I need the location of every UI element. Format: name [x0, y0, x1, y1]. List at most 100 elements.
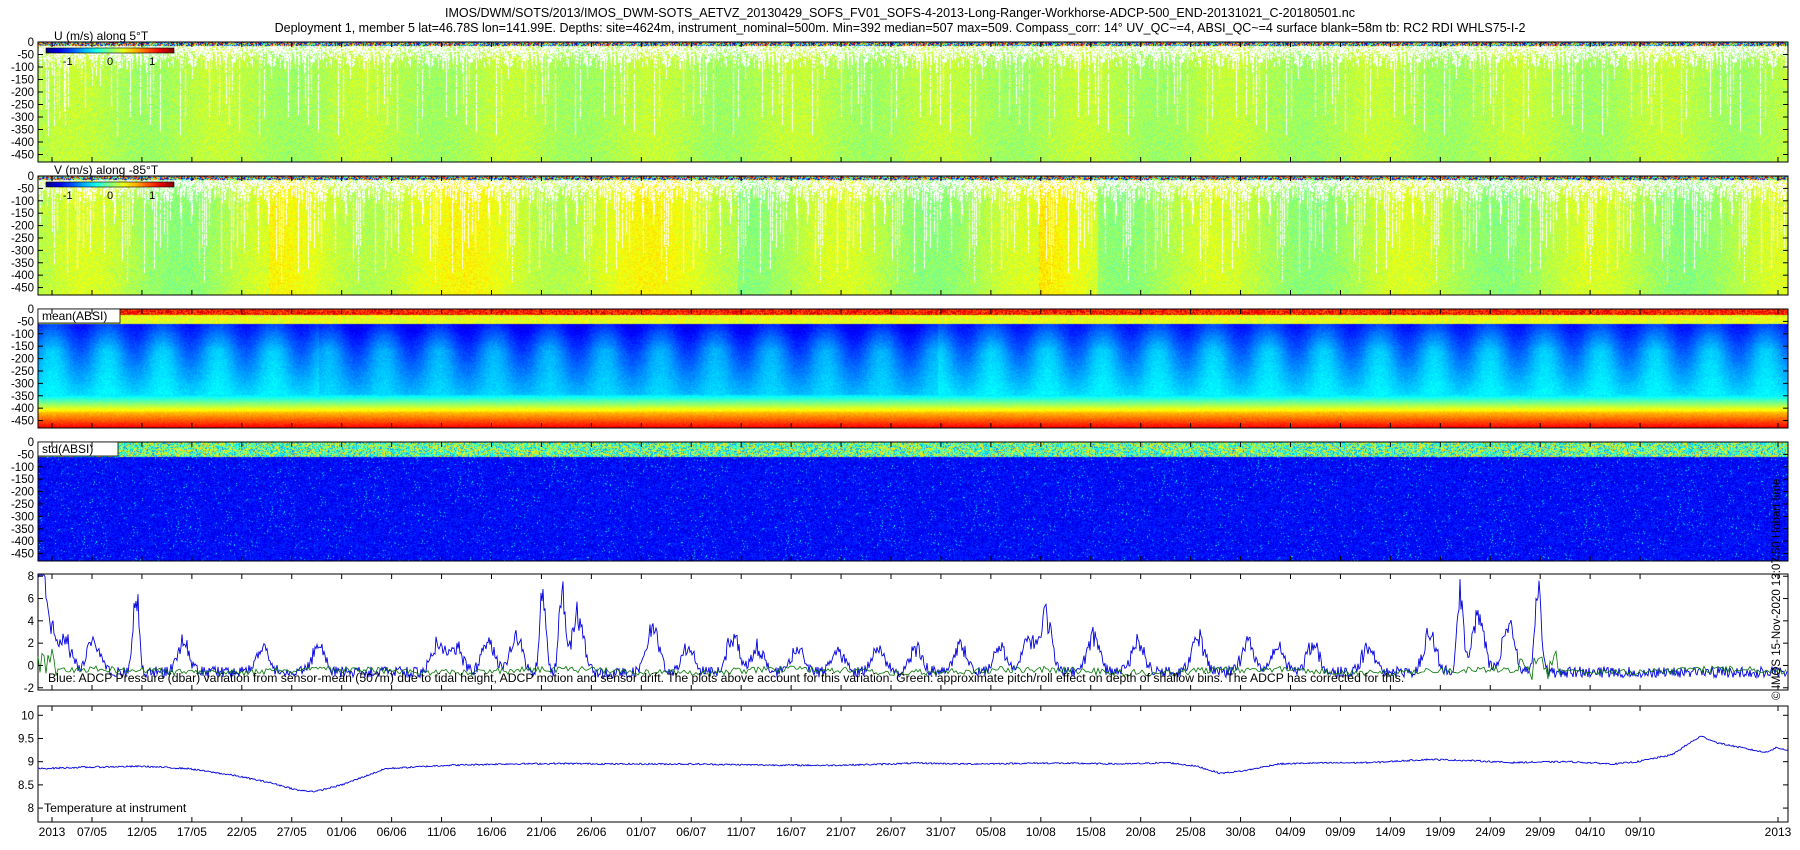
colorbar-tick-label: 1	[149, 56, 155, 68]
x-tick-label: 16/07	[776, 825, 806, 839]
y-tick-label: -350	[11, 125, 34, 137]
x-tick-label: 30/08	[1226, 825, 1256, 839]
panel-label: V (m/s) along -85°T	[54, 163, 159, 177]
y-tick-label: -50	[17, 183, 34, 195]
x-tick-label: 06/06	[377, 825, 407, 839]
x-tick-label: 07/05	[77, 825, 107, 839]
panel-5: 8 6 4 2 0 -2 Blue: ADCP Pressure (dbar) variat…	[24, 571, 1789, 695]
x-tick-label: 31/07	[926, 825, 956, 839]
x-tick-label: 29/09	[1525, 825, 1555, 839]
colorbar-tick-label: -1	[63, 56, 73, 68]
panel-6: 10 9.5 9 8.5 8 Temperature at instrument	[18, 705, 1789, 823]
y-tick-label: 0	[28, 660, 34, 672]
credit-text: © IMOS 15-Nov-2020 13:07:50 Hobart time	[1771, 478, 1783, 700]
y-tick-label: -400	[11, 403, 34, 415]
panel-1: 0-50-100-150-200-250-300-350-400-450U (m…	[11, 29, 1789, 163]
x-tick-label: 26/07	[876, 825, 906, 839]
y-tick-label: -100	[11, 329, 34, 341]
y-tick-label: -200	[11, 354, 34, 366]
y-tick-label: -300	[11, 112, 34, 124]
panel-annotation: Temperature at instrument	[44, 801, 187, 815]
y-tick-label: 10	[21, 710, 34, 722]
y-tick-label: -350	[11, 524, 34, 536]
y-tick-label: 0	[28, 304, 34, 316]
y-tick-label: -100	[11, 62, 34, 74]
y-tick-label: -50	[17, 316, 34, 328]
y-tick-label: -300	[11, 378, 34, 390]
panel-frame	[37, 705, 1789, 823]
y-tick-label: -300	[11, 511, 34, 523]
x-tick-label: 12/05	[127, 825, 157, 839]
x-tick-label: 11/07	[727, 825, 756, 839]
x-tick-label: 06/07	[676, 825, 706, 839]
y-tick-label: -250	[11, 100, 34, 112]
panel-3: 0-50-100-150-200-250-300-350-400-450mean…	[11, 304, 1789, 429]
colorbar-tick-label: 0	[107, 190, 113, 202]
y-tick-label: -100	[11, 196, 34, 208]
panel-label: std(ABSI)	[42, 442, 93, 456]
x-tick-label: 01/07	[626, 825, 656, 839]
y-tick-label: -200	[11, 87, 34, 99]
x-tick-label: 20/08	[1126, 825, 1156, 839]
x-tick-label: 01/06	[327, 825, 357, 839]
y-tick-label: 0	[28, 37, 34, 49]
y-tick-label: -100	[11, 462, 34, 474]
colorbar	[45, 181, 175, 188]
colorbar	[45, 47, 175, 54]
y-tick-label: -450	[11, 283, 34, 295]
y-tick-label: 6	[28, 594, 34, 606]
colorbar-tick-label: -1	[63, 190, 73, 202]
panels: 0-50-100-150-200-250-300-350-400-450U (m…	[11, 29, 1789, 823]
y-tick-label: 8	[28, 571, 34, 583]
y-tick-label: -150	[11, 208, 34, 220]
y-tick-label: -2	[24, 683, 34, 695]
y-tick-label: 8	[28, 803, 34, 815]
x-tick-label: 14/09	[1375, 825, 1405, 839]
x-tick-label: 2013	[1765, 825, 1792, 839]
y-tick-label: -300	[11, 245, 34, 257]
x-tick-label: 05/08	[976, 825, 1006, 839]
x-tick-label: 10/08	[1026, 825, 1056, 839]
y-tick-label: -250	[11, 233, 34, 245]
x-tick-label: 16/06	[476, 825, 506, 839]
y-tick-label: -350	[11, 391, 34, 403]
y-tick-label: 9.5	[18, 733, 34, 745]
panel-2: 0-50-100-150-200-250-300-350-400-450V (m…	[11, 163, 1789, 296]
panel-annotation: Blue: ADCP Pressure (dbar) variation fro…	[48, 671, 1404, 685]
heatmap-image	[38, 442, 1788, 561]
heatmap-image	[38, 176, 1788, 295]
y-tick-label: 9	[28, 757, 34, 769]
y-tick-label: 2	[28, 638, 34, 650]
y-tick-label: -400	[11, 536, 34, 548]
x-tick-label: 17/05	[177, 825, 207, 839]
x-tick-label: 22/05	[227, 825, 257, 839]
x-tick-label: 2013	[39, 825, 66, 839]
x-tick-label: 09/09	[1325, 825, 1355, 839]
y-tick-label: -200	[11, 221, 34, 233]
y-tick-label: -450	[11, 150, 34, 162]
colorbar-tick-label: 1	[149, 190, 155, 202]
heatmap-image	[38, 42, 1788, 162]
x-tick-label: 09/10	[1625, 825, 1655, 839]
y-tick-label: 0	[28, 437, 34, 449]
x-tick-label: 15/08	[1076, 825, 1106, 839]
y-tick-label: -250	[11, 366, 34, 378]
x-tick-label: 21/07	[826, 825, 856, 839]
colorbar-tick-label: 0	[107, 56, 113, 68]
x-tick-label: 26/06	[576, 825, 606, 839]
y-tick-label: -250	[11, 499, 34, 511]
x-tick-label: 19/09	[1425, 825, 1455, 839]
y-tick-label: -400	[11, 137, 34, 149]
y-tick-label: -50	[17, 50, 34, 62]
y-tick-label: 8.5	[18, 780, 34, 792]
y-tick-label: -50	[17, 449, 34, 461]
x-tick-label: 11/06	[427, 825, 456, 839]
heatmap-image	[38, 309, 1788, 428]
x-tick-label: 27/05	[277, 825, 307, 839]
y-tick-label: -450	[11, 549, 34, 561]
y-tick-label: -200	[11, 487, 34, 499]
x-tick-label: 24/09	[1475, 825, 1505, 839]
x-tick-label: 25/08	[1176, 825, 1206, 839]
figure-canvas: 0-50-100-150-200-250-300-350-400-450U (m…	[11, 29, 1792, 839]
x-tick-label: 04/10	[1575, 825, 1605, 839]
